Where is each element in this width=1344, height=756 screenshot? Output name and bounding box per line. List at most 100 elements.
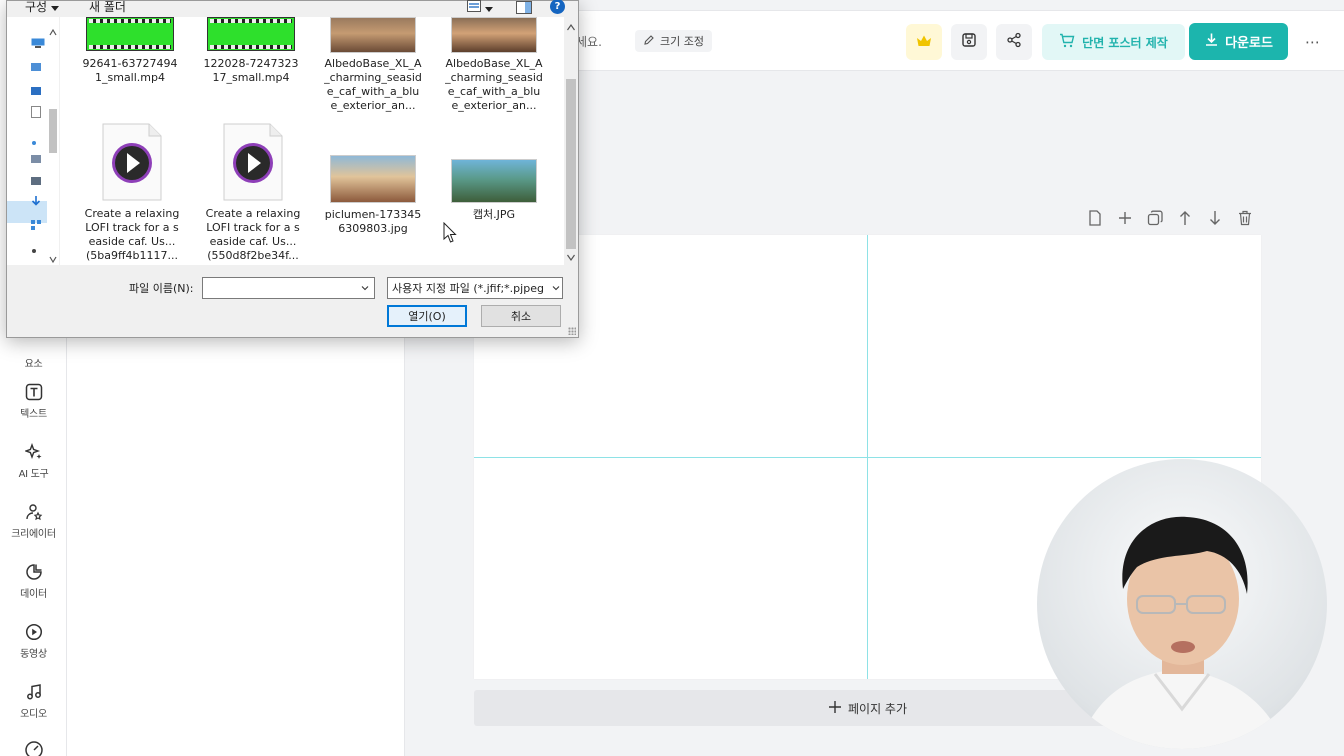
folder-icon[interactable]: [31, 81, 45, 95]
folder-icon[interactable]: [31, 171, 45, 185]
file-item-image[interactable]: 캡처.JPG: [444, 159, 544, 222]
music-note-icon: [24, 682, 44, 702]
folder-icon[interactable]: [31, 57, 45, 71]
sidebar-item-elements[interactable]: 요소: [0, 332, 67, 382]
download-label: 다운로드: [1225, 36, 1273, 51]
file-item-audio[interactable]: Create a relaxing LOFI track for a seasi…: [203, 123, 303, 263]
sidebar-item-label: 크리에이터: [11, 529, 56, 540]
page-note-icon[interactable]: [1085, 207, 1105, 229]
crown-icon: [916, 33, 932, 52]
image-thumbnail: [451, 159, 537, 203]
sidebar-item-label: 동영상: [20, 649, 47, 660]
preview-pane-icon: [516, 0, 532, 18]
gauge-icon: [24, 740, 44, 756]
resize-label: 크기 조정: [660, 35, 704, 48]
media-file-icon: [102, 123, 162, 201]
folder-icon[interactable]: [31, 149, 45, 163]
change-view-button[interactable]: [467, 0, 499, 13]
file-open-dialog: 구성 새 폴더 ? 92641-637274941_small.mp4 1220…: [6, 0, 579, 338]
cancel-button[interactable]: 취소: [481, 305, 561, 327]
file-name: AlbedoBase_XL_A_charming_seaside_caf_wit…: [324, 57, 422, 112]
new-folder-button[interactable]: 새 폴더: [89, 0, 126, 15]
file-name: piclumen-1733456309803.jpg: [324, 208, 422, 235]
premium-button[interactable]: [906, 24, 942, 60]
add-icon[interactable]: [1115, 207, 1135, 229]
file-item-image[interactable]: AlbedoBase_XL_A_charming_seaside_caf_wit…: [323, 17, 423, 113]
chevron-down-icon[interactable]: [361, 284, 369, 292]
open-button[interactable]: 열기(O): [387, 305, 467, 327]
view-list-icon: [467, 0, 481, 16]
sidebar-item-label: 오디오: [20, 709, 47, 720]
poster-label: 단면 포스터 제작: [1082, 35, 1168, 50]
presenter-video: [1077, 516, 1287, 749]
plus-icon: [828, 700, 842, 717]
page-tools: [1085, 207, 1255, 229]
scrollbar-thumb[interactable]: [566, 79, 576, 249]
webcam-overlay: [1037, 459, 1327, 749]
chevron-down-icon: [485, 0, 493, 16]
duplicate-icon[interactable]: [1145, 207, 1165, 229]
file-item-audio[interactable]: Create a relaxing LOFI track for a seasi…: [82, 123, 182, 263]
download-icon: [1204, 32, 1219, 51]
video-thumbnail: [207, 17, 295, 51]
chevron-down-icon: [51, 0, 60, 14]
nav-scrollbar[interactable]: [48, 25, 58, 265]
file-name: Create a relaxing LOFI track for a seasi…: [84, 207, 180, 262]
image-thumbnail: [330, 17, 416, 53]
preview-pane-button[interactable]: [516, 0, 532, 14]
file-name: AlbedoBase_XL_A_charming_seaside_caf_wit…: [445, 57, 543, 112]
navigation-pane: [7, 17, 59, 265]
sidebar-item-video[interactable]: 동영상: [0, 622, 67, 672]
filetype-select[interactable]: 사용자 지정 파일 (*.jfif;*.pjpeg: [387, 277, 563, 299]
download-button[interactable]: 다운로드: [1189, 23, 1288, 60]
grid-icon[interactable]: [31, 215, 45, 230]
bullet-icon[interactable]: [31, 131, 45, 145]
save-icon: [961, 32, 977, 52]
file-name: 92641-637274941_small.mp4: [82, 57, 178, 84]
video-thumbnail: [86, 17, 174, 51]
image-thumbnail: [451, 17, 537, 53]
cart-icon: [1059, 33, 1075, 51]
sidebar-item-audio[interactable]: 오디오: [0, 682, 67, 732]
ai-sparkle-icon: [24, 442, 44, 462]
help-button[interactable]: ?: [550, 0, 565, 14]
text-icon: [24, 382, 44, 402]
filename-label: 파일 이름(N):: [129, 282, 194, 295]
save-button[interactable]: [951, 24, 987, 60]
share-button[interactable]: [996, 24, 1032, 60]
resize-button[interactable]: 크기 조정: [635, 30, 712, 52]
arrow-down-icon[interactable]: [1205, 207, 1225, 229]
single-poster-button[interactable]: 단면 포스터 제작: [1042, 24, 1185, 60]
sidebar-item-creator[interactable]: 크리에이터: [0, 502, 67, 552]
file-item-image[interactable]: AlbedoBase_XL_A_charming_seaside_caf_wit…: [444, 17, 544, 113]
filename-input[interactable]: [202, 277, 375, 299]
chart-icon: [24, 562, 44, 582]
chevron-down-icon[interactable]: [552, 284, 560, 292]
sidebar-item-label: 텍스트: [20, 409, 47, 420]
pencil-icon: [643, 34, 655, 49]
bullet-icon[interactable]: [31, 239, 45, 253]
file-item-image[interactable]: piclumen-1733456309803.jpg: [323, 155, 423, 236]
document-icon[interactable]: [31, 103, 45, 118]
creator-icon: [24, 502, 44, 522]
sidebar-item-more[interactable]: [0, 740, 67, 756]
sidebar-item-text[interactable]: 텍스트: [0, 382, 67, 432]
sidebar-item-data[interactable]: 데이터: [0, 562, 67, 612]
dialog-toolbar: 구성 새 폴더 ?: [7, 0, 578, 17]
file-list-scrollbar[interactable]: [564, 17, 578, 265]
this-pc-icon[interactable]: [31, 33, 45, 48]
file-name: Create a relaxing LOFI track for a seasi…: [205, 207, 301, 262]
video-play-icon: [24, 622, 44, 642]
resize-grip[interactable]: [568, 327, 576, 335]
mouse-cursor-icon: [443, 222, 457, 243]
trash-icon[interactable]: [1235, 207, 1255, 229]
download-folder-icon[interactable]: [31, 193, 45, 206]
arrow-up-icon[interactable]: [1175, 207, 1195, 229]
file-list: 92641-637274941_small.mp4 122028-7247323…: [60, 17, 578, 265]
file-item-video[interactable]: 122028-724732317_small.mp4: [201, 17, 301, 85]
more-options-button[interactable]: ⋯: [1301, 30, 1325, 54]
organize-button[interactable]: 구성: [25, 0, 60, 15]
file-item-video[interactable]: 92641-637274941_small.mp4: [80, 17, 180, 85]
sidebar-item-ai-tools[interactable]: AI 도구: [0, 442, 67, 492]
sidebar-item-label: AI 도구: [18, 469, 49, 480]
